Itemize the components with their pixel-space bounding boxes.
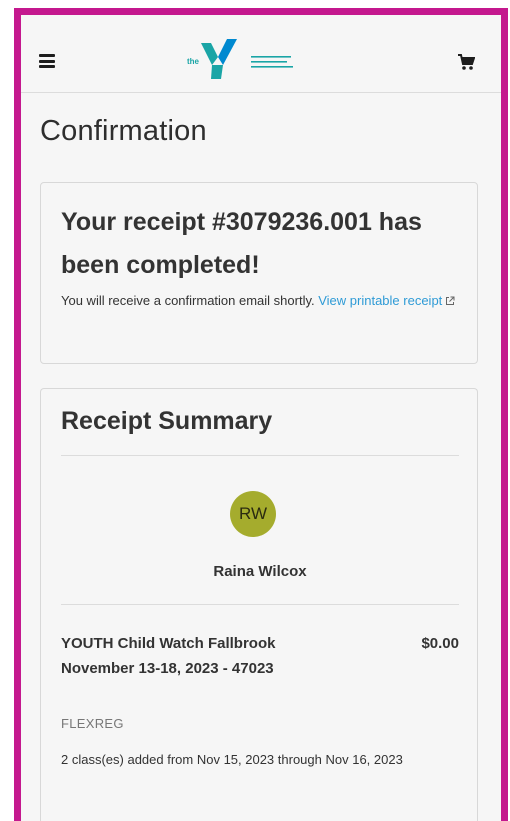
logo-prefix-text: the [187,57,200,66]
member-divider [61,604,459,605]
shopping-cart-icon[interactable] [457,53,476,71]
hamburger-menu-icon[interactable] [39,54,55,68]
receipt-item-type: FLEXREG [61,716,124,731]
receipt-item-detail: 2 class(es) added from Nov 15, 2023 thro… [61,752,403,767]
receipt-summary-card: Receipt Summary RW Raina Wilcox YOUTH Ch… [40,388,478,821]
ymca-logo-icon[interactable]: the [179,35,329,81]
view-printable-receipt-link[interactable]: View printable receipt [318,293,455,308]
summary-divider [61,455,459,456]
confirmation-message: You will receive a confirmation email sh… [61,289,456,313]
app-frame: the Confirmation Your receipt #3079236.0… [14,8,508,821]
view-printable-receipt-label: View printable receipt [318,293,443,308]
avatar: RW [230,491,276,537]
top-bar: the [21,15,501,93]
page-title: Confirmation [40,115,207,147]
external-link-icon [445,290,455,305]
confirmation-email-text: You will receive a confirmation email sh… [61,293,315,308]
receipt-completed-heading: Your receipt #3079236.001 has been compl… [61,208,422,279]
member-name: Raina Wilcox [213,563,307,580]
receipt-summary-title: Receipt Summary [61,407,273,435]
receipt-item-price: $0.00 [421,635,459,652]
receipt-item-name: YOUTH Child Watch Fallbrook November 13-… [61,635,276,677]
confirmation-card: Your receipt #3079236.001 has been compl… [40,182,478,364]
